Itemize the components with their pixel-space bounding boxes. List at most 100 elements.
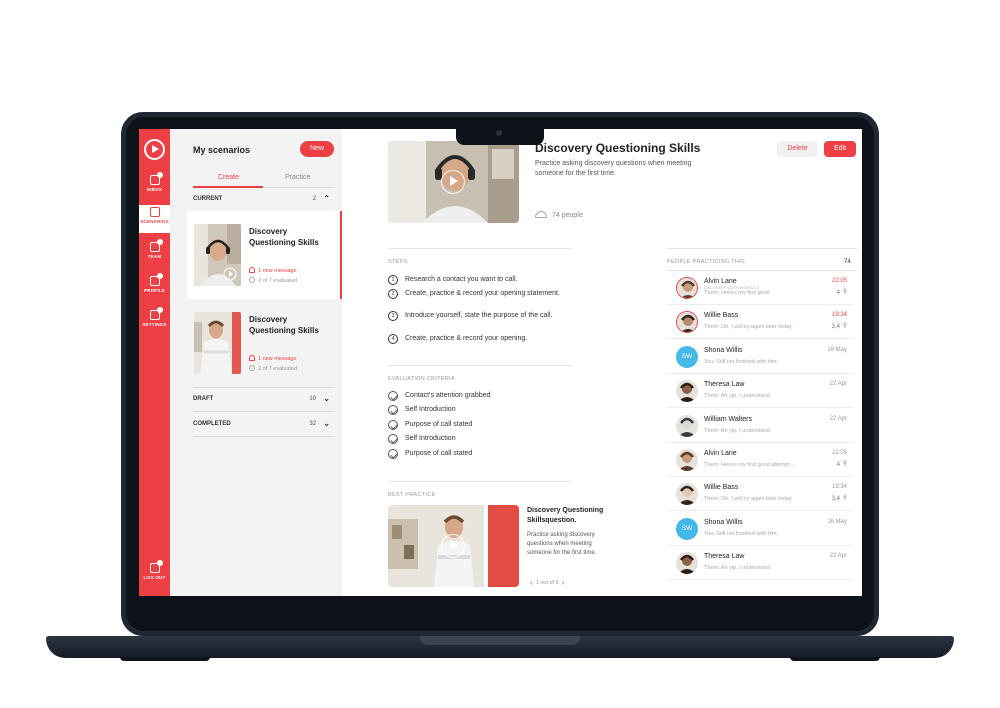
score-value: 4 — [836, 462, 840, 468]
person-name: Alvin Lane — [704, 450, 737, 457]
person-row[interactable]: Willie Bass Them: Ok, I will try again la… — [667, 477, 853, 512]
nav-logout[interactable]: LOG OUT — [139, 560, 170, 589]
nav-scenarios-label: SCENARIOS — [140, 219, 169, 224]
step-item: 2 Create, practice & record your opening… — [388, 289, 568, 299]
nav-inbox-label: INBOX — [146, 187, 163, 192]
person-last-message: Them: Here's my first good — [704, 290, 770, 296]
section-divider — [193, 436, 334, 437]
scenario-card[interactable]: Discovery Questioning Skills 1 new messa… — [187, 211, 342, 299]
scenario-card[interactable]: Discovery Questioning Skills 1 new messa… — [187, 299, 342, 387]
play-logo-icon[interactable] — [144, 139, 165, 160]
play-icon[interactable] — [441, 170, 465, 194]
nav-inbox[interactable]: INBOX — [139, 172, 170, 201]
section-current[interactable]: CURRENT 2 ⌃ — [193, 194, 334, 208]
person-last-message: Them: Ok, I will try again later today. — [704, 324, 793, 331]
play-icon[interactable] — [441, 534, 465, 558]
trophy-icon: Ŷ — [842, 462, 847, 468]
section-current-label: CURRENT — [193, 196, 223, 202]
person-row[interactable]: SW Shona Willis You: Still not finished wi… — [667, 512, 853, 546]
criteria-item: Contact's attention grabbed — [388, 391, 568, 401]
person-name: Willie Bass — [704, 484, 739, 492]
criteria-text: Self Introduction — [405, 406, 456, 413]
person-last-message: Them: Here's my first good attempt... — [704, 462, 795, 468]
step-item: 4 Create, practice & record your opening… — [388, 334, 568, 344]
criteria-item: Self Introduction — [388, 405, 568, 415]
person-row[interactable]: SW Shona Willis You: Still not finished wi… — [667, 340, 853, 374]
section-draft-count: 10 — [309, 396, 316, 402]
person-row[interactable]: Theresa Law Them: Ah yip, I understand. 22… — [667, 374, 853, 409]
score-value: 3,4 — [831, 496, 840, 503]
person-time: 22 Apr — [829, 415, 847, 422]
person-score: 3,4 Ŷ — [832, 324, 847, 330]
bell-icon — [249, 267, 255, 273]
people-count: 74 people — [535, 211, 583, 219]
person-time: 16 May — [827, 346, 847, 353]
person-name: Willie Bass — [704, 312, 739, 320]
person-row[interactable]: William Walters Them: Ah yip, I understan… — [667, 409, 853, 443]
notification-dot — [157, 560, 163, 566]
webcam-icon — [496, 130, 502, 136]
score-value: 3,4 — [831, 324, 840, 331]
person-name: William Walters — [704, 415, 752, 423]
laptop-foot-left — [120, 657, 210, 661]
tab-active-indicator — [193, 186, 263, 188]
section-completed-count: 32 — [309, 421, 316, 427]
person-row[interactable]: Willie Bass Them: Ok, I will try again la… — [667, 305, 853, 340]
nav-settings[interactable]: SETTINGS — [139, 307, 170, 336]
chevron-right-icon[interactable]: › — [562, 578, 565, 587]
nav-scenarios[interactable]: SCENARIOS — [139, 205, 170, 233]
avatar — [676, 552, 698, 575]
scenario-video[interactable] — [388, 141, 519, 223]
scenario-detail: Discovery Questioning Skills Practice as… — [342, 129, 862, 596]
evaluated-status: 2 of 7 evaluated — [249, 365, 297, 372]
chevron-left-icon[interactable]: ‹ — [530, 578, 533, 587]
trophy-icon: Ŷ — [842, 290, 847, 296]
edit-button[interactable]: Edit — [824, 141, 856, 157]
step-text: Create, practice & record your opening s… — [405, 290, 560, 297]
divider — [388, 481, 572, 482]
person-score: 4Ŷ — [837, 290, 847, 296]
section-completed[interactable]: COMPLETED 32 ⌄ — [193, 419, 334, 433]
check-circle-icon — [249, 365, 255, 371]
nav-team-label: TEAM — [147, 254, 162, 259]
people-practicing-count: 74 — [844, 259, 851, 265]
app-screen: INBOX SCENARIOS TEAM PROFILE SETTINGS LO… — [139, 129, 862, 596]
scenarios-icon — [149, 207, 160, 217]
criteria-item: Purpose of call stated — [388, 449, 568, 459]
section-current-count: 2 — [312, 196, 316, 202]
evaluation-criteria-label: EVALUATION CRITERIA — [388, 376, 455, 382]
person-row[interactable]: Alvin Lane Them: Here's my first good att… — [667, 443, 853, 477]
section-draft-label: DRAFT — [193, 396, 214, 402]
chevron-up-icon: ⌃ — [323, 194, 330, 203]
nav-profile[interactable]: PROFILE — [139, 273, 170, 302]
new-message-indicator: 1 new message — [249, 267, 297, 274]
best-practice-video[interactable] — [388, 505, 519, 587]
page-title: Discovery Questioning Skills — [535, 141, 701, 155]
avatar — [676, 449, 698, 471]
notification-dot — [157, 172, 163, 178]
person-row[interactable]: Alvin Lane DISCOVERY QUSTION SKILLS Them: … — [667, 271, 853, 305]
evaluated-text: 2 of 7 evaluated — [258, 366, 298, 372]
criteria-text: Contact's attention grabbed — [405, 392, 491, 399]
person-time: 22:05 — [831, 278, 847, 284]
tab-create[interactable]: Create — [218, 174, 239, 181]
person-row[interactable]: Theresa Law Them: Ah yip, I understand. 22… — [667, 546, 853, 581]
check-circle-icon — [249, 277, 255, 283]
new-scenario-button[interactable]: New — [300, 141, 334, 157]
person-last-message: Them: Ah yip, I understand. — [704, 393, 772, 400]
person-time: 19:34 — [831, 484, 847, 491]
evaluated-text: 2 of 7 evaluated — [258, 278, 298, 284]
delete-button[interactable]: Delete — [777, 141, 818, 157]
check-circle-icon — [388, 405, 398, 415]
person-name: Shona Willis — [704, 346, 743, 354]
nav-team[interactable]: TEAM — [139, 239, 170, 268]
step-number: 3 — [388, 311, 398, 321]
score-value: 4 — [836, 290, 840, 296]
person-score: 3,4 Ŷ — [832, 496, 847, 502]
person-last-message: Them: Ok, I will try again later today. — [704, 496, 793, 503]
best-practice-description: Practice asking discovery questions when… — [527, 532, 597, 556]
section-draft[interactable]: DRAFT 10 ⌄ — [193, 394, 334, 408]
tab-practice[interactable]: Practice — [285, 174, 310, 181]
scenario-description: Practice asking discovery questions when… — [535, 160, 692, 177]
section-divider — [193, 387, 334, 388]
